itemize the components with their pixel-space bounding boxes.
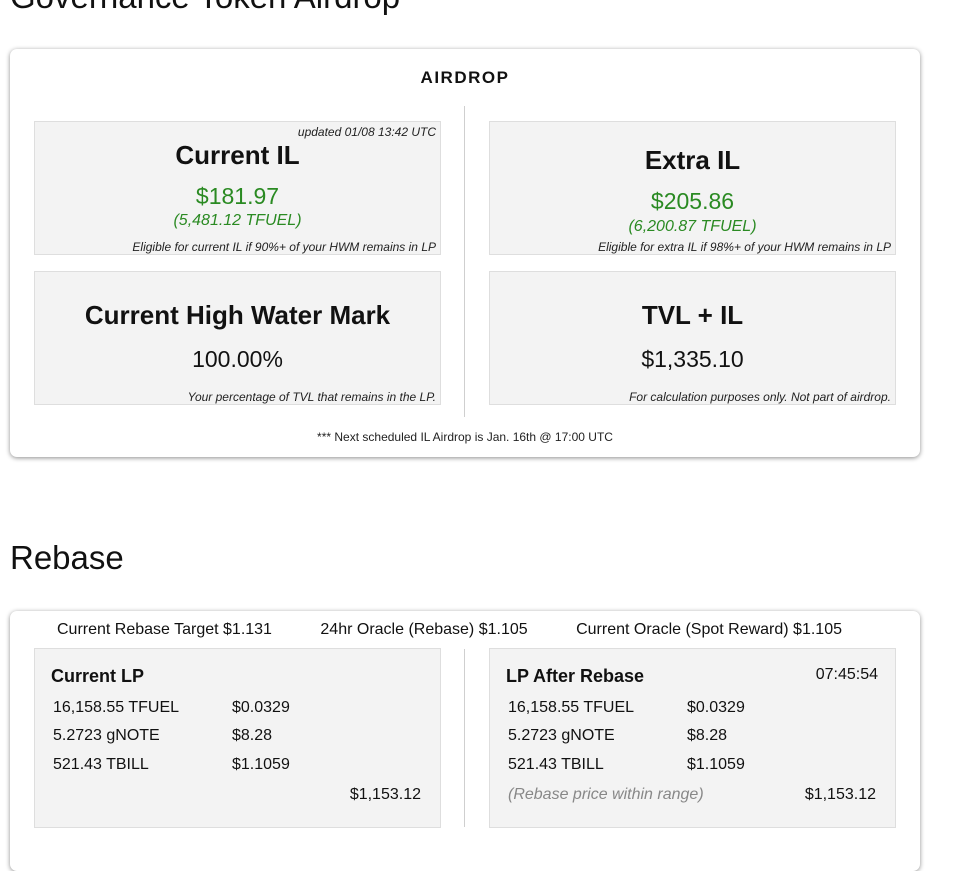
- rebase-countdown: 07:45:54: [815, 666, 878, 683]
- extra-il-usd: $205.86: [650, 188, 735, 214]
- lp-price: $0.0329: [687, 699, 745, 716]
- current-il-title: Current IL: [175, 140, 300, 170]
- lp-after-rebase-total: $1,153.12: [804, 786, 876, 803]
- lp-row-tfuel: 16,158.55 TFUEL $0.0329: [53, 699, 290, 717]
- oracle-spot-reward: Current Oracle (Spot Reward) $1.105: [576, 621, 842, 638]
- airdrop-divider: [464, 106, 465, 417]
- rebase-target: Current Rebase Target $1.131: [57, 621, 272, 638]
- extra-il-title: Extra IL: [644, 145, 741, 175]
- updated-timestamp: updated 01/08 13:42 UTC: [297, 125, 436, 139]
- lp-price: $8.28: [232, 727, 273, 744]
- current-lp-card: Current LP 16,158.55 TFUEL $0.0329 5.2723…: [34, 648, 441, 828]
- lp-price: $1.1059: [687, 756, 745, 773]
- current-il-note: Eligible for current IL if 90%+ of your …: [132, 240, 436, 254]
- tvl-il-title: TVL + IL: [641, 300, 744, 330]
- oracle-bar: Current Rebase Target $1.131 24hr Oracle…: [57, 621, 886, 639]
- rebase-panel: Current Rebase Target $1.131 24hr Oracle…: [10, 611, 920, 871]
- extra-il-tfuel: (6,200.87 TFUEL): [628, 218, 757, 235]
- extra-il-card: Extra IL $205.86 (6,200.87 TFUEL) Eligib…: [489, 121, 896, 255]
- lp-amount: 521.43 TBILL: [508, 756, 604, 773]
- high-water-mark-title: Current High Water Mark: [84, 300, 391, 330]
- lp-amount: 5.2723 gNOTE: [508, 727, 615, 744]
- tvl-il-value: $1,335.10: [641, 346, 744, 372]
- current-lp-total: $1,153.12: [349, 786, 421, 803]
- high-water-mark-value: 100.00%: [192, 346, 283, 372]
- next-airdrop-footnote: *** Next scheduled IL Airdrop is Jan. 16…: [317, 430, 613, 444]
- current-il-card: updated 01/08 13:42 UTC Current IL $181.…: [34, 121, 441, 255]
- lp-amount: 5.2723 gNOTE: [53, 727, 160, 744]
- lp-amount: 521.43 TBILL: [53, 756, 149, 773]
- current-lp-title: Current LP: [51, 666, 145, 686]
- tvl-il-note: For calculation purposes only. Not part …: [629, 390, 891, 404]
- high-water-mark-note: Your percentage of TVL that remains in t…: [187, 390, 436, 404]
- lp-price: $1.1059: [232, 756, 290, 773]
- rebase-divider: [464, 649, 465, 827]
- lp-after-rebase-card: LP After Rebase 07:45:54 16,158.55 TFUEL…: [489, 648, 896, 828]
- current-il-usd: $181.97: [195, 183, 280, 209]
- current-il-tfuel: (5,481.12 TFUEL): [173, 212, 302, 229]
- lp-row-tbill: 521.43 TBILL $1.1059: [53, 756, 290, 774]
- lp-amount: 16,158.55 TFUEL: [53, 699, 180, 716]
- lp-row-tfuel: 16,158.55 TFUEL $0.0329: [508, 699, 745, 717]
- rebase-range-note: (Rebase price within range): [508, 786, 704, 803]
- lp-price: $8.28: [687, 727, 728, 744]
- lp-row-gnote: 5.2723 gNOTE $8.28: [508, 727, 727, 745]
- tvl-il-card: TVL + IL $1,335.10 For calculation purpo…: [489, 271, 896, 405]
- lp-price: $0.0329: [232, 699, 290, 716]
- lp-after-rebase-title: LP After Rebase: [506, 666, 645, 686]
- airdrop-panel: AIRDROP updated 01/08 13:42 UTC Current …: [10, 49, 920, 457]
- high-water-mark-card: Current High Water Mark 100.00% Your per…: [34, 271, 441, 405]
- extra-il-note: Eligible for extra IL if 98%+ of your HW…: [598, 240, 891, 254]
- airdrop-header: AIRDROP: [420, 68, 510, 87]
- lp-row-gnote: 5.2723 gNOTE $8.28: [53, 727, 272, 745]
- lp-amount: 16,158.55 TFUEL: [508, 699, 635, 716]
- rebase-section-title: Rebase: [10, 539, 124, 576]
- oracle-rebase-24hr: 24hr Oracle (Rebase) $1.105: [320, 621, 528, 638]
- lp-row-tbill: 521.43 TBILL $1.1059: [508, 756, 745, 774]
- airdrop-section-title: Governance Token Airdrop: [10, 0, 400, 16]
